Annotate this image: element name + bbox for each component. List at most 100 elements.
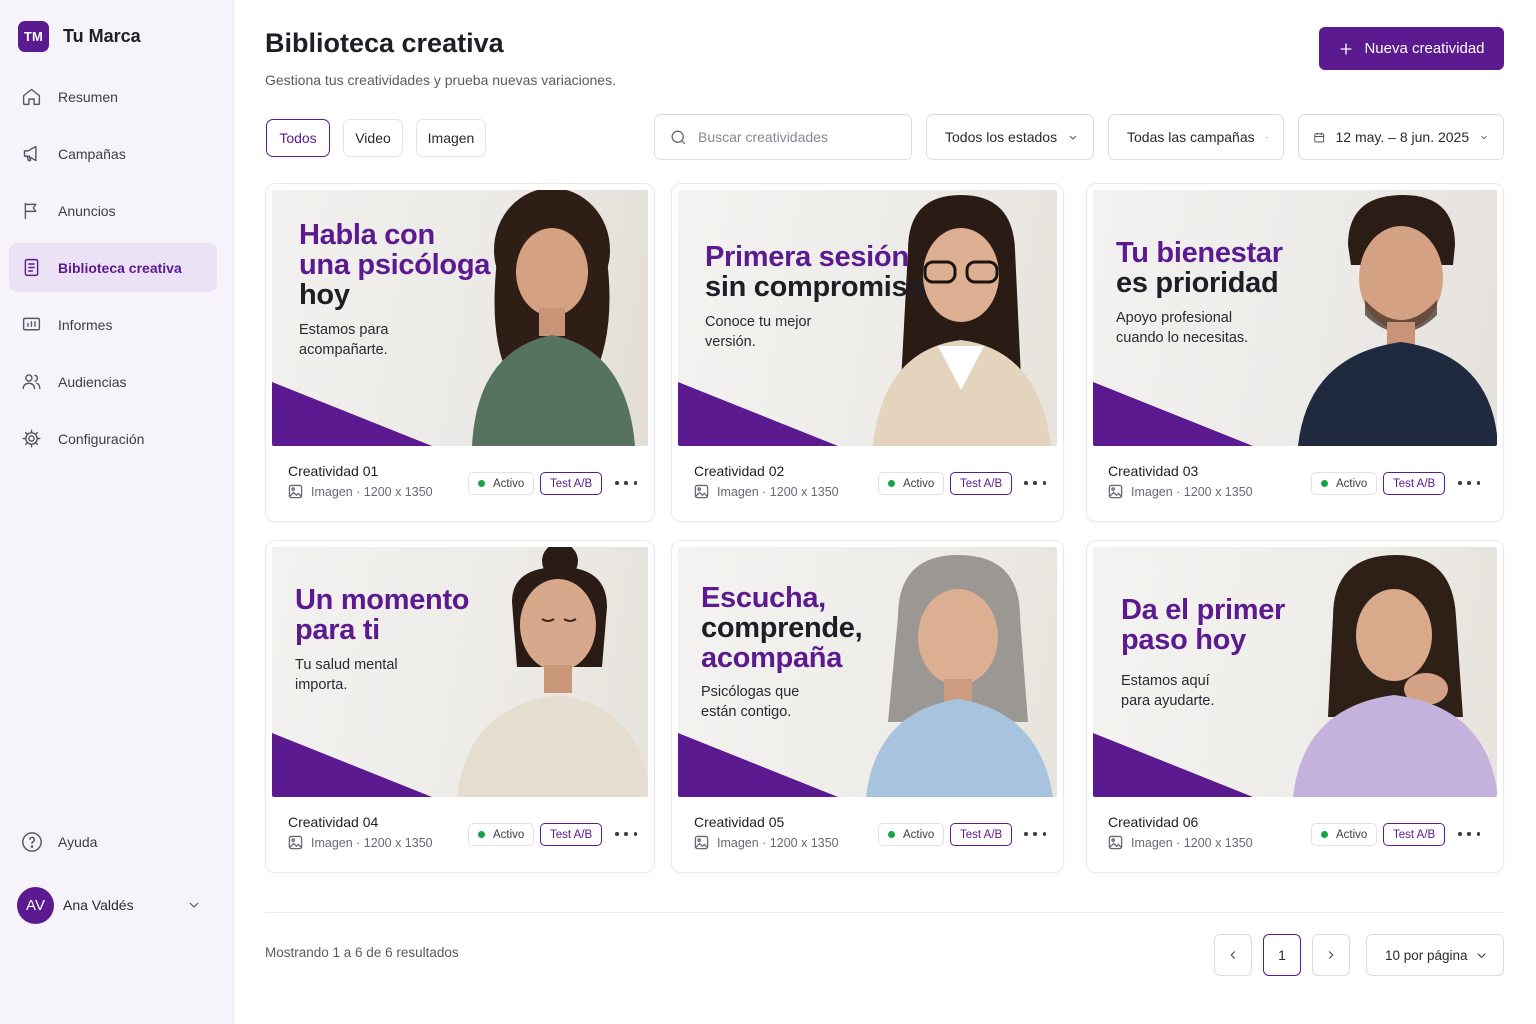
- calendar-icon: [1314, 132, 1325, 142]
- date-range-value: 12 may. – 8 jun. 2025: [1335, 129, 1470, 145]
- more-options-icon[interactable]: [1458, 824, 1480, 844]
- creative-headline: Escucha, comprende, acompaña: [701, 583, 863, 673]
- sidebar-item-label: Informes: [58, 316, 113, 333]
- sidebar-item-label: Configuración: [58, 430, 145, 447]
- headline-line: comprende,: [701, 612, 863, 644]
- sidebar-item-audiencias[interactable]: Audiencias: [9, 357, 217, 406]
- headline-line: paso hoy: [1121, 624, 1246, 656]
- page-subtitle: Gestiona tus creatividades y prueba nuev…: [265, 72, 616, 88]
- creative-subtext: Apoyo profesional cuando lo necesitas.: [1116, 308, 1248, 348]
- help-label: Ayuda: [58, 834, 98, 850]
- card-name: Creatividad 05: [694, 814, 785, 830]
- card-name: Creatividad 01: [288, 463, 379, 479]
- chevron-down-icon: [1481, 135, 1487, 139]
- person-illustration: [873, 195, 1051, 446]
- creative-thumbnail: Escucha, comprende, acompaña Psicólogas …: [678, 547, 1057, 797]
- tab-todos[interactable]: Todos: [266, 119, 330, 157]
- home-icon: [22, 88, 41, 106]
- more-options-icon[interactable]: [1024, 473, 1046, 493]
- more-options-icon[interactable]: [1024, 824, 1046, 844]
- status-badge-label: Activo: [1336, 828, 1368, 841]
- ab-test-badge[interactable]: Test A/B: [540, 472, 603, 495]
- more-options-icon[interactable]: [615, 824, 637, 844]
- creative-card-05[interactable]: Escucha, comprende, acompaña Psicólogas …: [671, 540, 1064, 873]
- campaign-filter-value: Todas las campañas: [1127, 129, 1255, 145]
- status-badge: Activo: [1311, 823, 1378, 846]
- status-badge: Activo: [468, 823, 535, 846]
- tab-imagen[interactable]: Imagen: [416, 119, 486, 157]
- help-icon: [22, 832, 42, 852]
- card-meta-text: Imagen · 1200 x 1350: [717, 484, 839, 499]
- headline-line: es prioridad: [1116, 267, 1279, 299]
- creative-subtext: Conoce tu mejor versión.: [705, 312, 811, 352]
- brand-wedge: [678, 382, 838, 446]
- creative-card-03[interactable]: Tu bienestar es prioridad Apoyo profesio…: [1086, 183, 1504, 522]
- creative-card-04[interactable]: Un momento para ti Tu salud mental impor…: [265, 540, 655, 873]
- card-meta: Imagen · 1200 x 1350: [694, 835, 839, 850]
- subtext-line: Estamos aquí: [1121, 673, 1210, 689]
- subtext-line: versión.: [705, 334, 756, 350]
- chevron-left-icon: [1230, 951, 1236, 959]
- creative-thumbnail: Da el primer paso hoy Estamos aquí para …: [1093, 547, 1497, 797]
- creative-card-06[interactable]: Da el primer paso hoy Estamos aquí para …: [1086, 540, 1504, 873]
- card-meta: Imagen · 1200 x 1350: [1108, 484, 1253, 499]
- brand[interactable]: TM Tu Marca: [18, 21, 141, 52]
- campaign-filter[interactable]: Todas las campañas: [1108, 114, 1284, 160]
- card-meta: Imagen · 1200 x 1350: [288, 484, 433, 499]
- date-range-filter[interactable]: 12 may. – 8 jun. 2025: [1298, 114, 1504, 160]
- ab-test-badge[interactable]: Test A/B: [950, 823, 1013, 846]
- creative-card-02[interactable]: Primera sesión sin compromiso Conoce tu …: [671, 183, 1064, 522]
- card-name: Creatividad 03: [1108, 463, 1199, 479]
- person-illustration: [457, 547, 648, 797]
- headline-line: Habla con: [299, 219, 435, 251]
- results-count: Mostrando 1 a 6 de 6 resultados: [265, 945, 459, 960]
- chevron-down-icon: [1069, 135, 1077, 140]
- ab-test-badge[interactable]: Test A/B: [1383, 823, 1446, 846]
- new-creative-button[interactable]: Nueva creatividad: [1319, 27, 1504, 70]
- sidebar-item-biblioteca-creativa[interactable]: Biblioteca creativa: [9, 243, 217, 292]
- tab-video[interactable]: Video: [343, 119, 403, 157]
- search-input[interactable]: [698, 129, 888, 145]
- status-dot: [478, 480, 485, 487]
- prev-page-button[interactable]: [1214, 934, 1252, 976]
- chevron-down-icon: [1265, 136, 1269, 138]
- more-options-icon[interactable]: [615, 473, 637, 493]
- headline-line: Tu bienestar: [1116, 237, 1283, 269]
- ab-test-badge[interactable]: Test A/B: [1383, 472, 1446, 495]
- creative-headline: Primera sesión sin compromiso: [705, 242, 925, 302]
- user-menu[interactable]: AV Ana Valdés: [17, 886, 202, 924]
- person-illustration: [1298, 195, 1497, 446]
- more-options-icon[interactable]: [1458, 473, 1480, 493]
- headline-line: Da el primer: [1121, 594, 1286, 626]
- brand-wedge: [272, 733, 432, 797]
- search-icon: [671, 129, 686, 144]
- sidebar-item-campanas[interactable]: Campañas: [9, 129, 217, 178]
- per-page-select[interactable]: 10 por página: [1366, 934, 1504, 976]
- creative-subtext: Estamos aquí para ayudarte.: [1121, 671, 1215, 711]
- sidebar-item-label: Biblioteca creativa: [58, 259, 182, 276]
- sidebar-item-informes[interactable]: Informes: [9, 300, 217, 349]
- ab-test-badge[interactable]: Test A/B: [950, 472, 1013, 495]
- creative-headline: Un momento para ti: [295, 585, 470, 645]
- chevron-right-icon: [1328, 951, 1334, 959]
- person-illustration: [866, 555, 1053, 797]
- creative-subtext: Psicólogas que están contigo.: [701, 682, 799, 722]
- next-page-button[interactable]: [1312, 934, 1350, 976]
- sidebar-item-anuncios[interactable]: Anuncios: [9, 186, 217, 235]
- subtext-line: importa.: [295, 677, 348, 693]
- sidebar: TM Tu Marca Resumen Campañas Anuncios Bi…: [0, 0, 234, 1024]
- ab-test-badge[interactable]: Test A/B: [540, 823, 603, 846]
- search-box: [654, 114, 912, 160]
- sidebar-item-configuracion[interactable]: Configuración: [9, 414, 217, 463]
- sidebar-item-resumen[interactable]: Resumen: [9, 72, 217, 121]
- status-dot: [1321, 831, 1328, 838]
- card-meta: Imagen · 1200 x 1350: [1108, 835, 1253, 850]
- status-filter[interactable]: Todos los estados: [926, 114, 1094, 160]
- creative-card-01[interactable]: Habla con una psicóloga hoy Estamos para…: [265, 183, 655, 522]
- chevron-down-icon: [189, 902, 199, 908]
- subtext-line: Psicólogas que: [701, 684, 800, 700]
- subtext-line: Apoyo profesional: [1116, 310, 1233, 326]
- per-page-value: 10 por página: [1385, 947, 1468, 963]
- page-number-button[interactable]: 1: [1263, 934, 1301, 976]
- help-link[interactable]: Ayuda: [21, 831, 97, 853]
